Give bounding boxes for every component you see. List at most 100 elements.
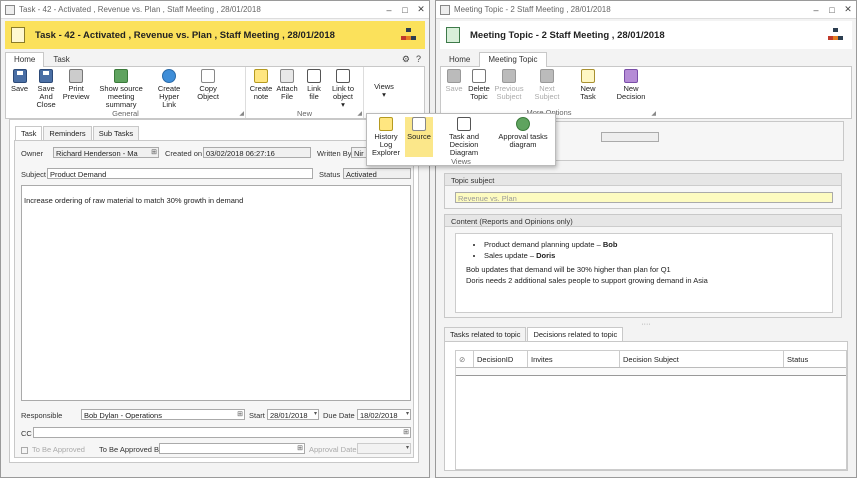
column-decision-id[interactable]: DecisionID: [474, 351, 528, 367]
task-window: Task - 42 - Activated , Revenue vs. Plan…: [0, 0, 430, 478]
task-window-title: Task - 42 - Activated , Revenue vs. Plan…: [19, 5, 261, 14]
meeting-topic-header-title: Meeting Topic - 2 Staff Meeting , 28/01/…: [470, 29, 665, 41]
start-date-field[interactable]: 28/01/2018 ▾: [267, 409, 319, 420]
ribbon-group-new: Create note Attach File Link file Link t…: [246, 67, 364, 118]
save-button[interactable]: Save: [8, 69, 31, 93]
next-icon: [540, 69, 554, 83]
responsible-field[interactable]: Bob Dylan - Operations ⊞: [81, 409, 245, 420]
address-book-icon[interactable]: ⊞: [151, 148, 157, 156]
history-log-explorer-button[interactable]: History Log Explorer: [367, 117, 405, 157]
decisions-grid: ⊘ DecisionID Invites Decision Subject St…: [444, 341, 848, 471]
address-book-icon[interactable]: ⊞: [297, 444, 303, 452]
globe-icon: [162, 69, 177, 83]
gear-icon[interactable]: ⚙: [402, 54, 410, 65]
topic-subject-group: Topic subject Revenue vs. Plan: [444, 173, 842, 209]
written-by-label: Written By: [317, 149, 352, 158]
tab-home[interactable]: Home: [440, 52, 479, 66]
tab-home[interactable]: Home: [5, 52, 45, 67]
history-icon: [379, 117, 393, 131]
form-tab-task[interactable]: Task: [15, 126, 43, 140]
group-label-general: General: [112, 109, 139, 118]
org-chart-icon[interactable]: [828, 28, 844, 42]
approval-tasks-diagram-button[interactable]: Approval tasks diagram: [495, 117, 551, 157]
topic-subject-field[interactable]: Revenue vs. Plan: [455, 192, 833, 203]
cc-label: CC: [21, 429, 32, 438]
maximize-button[interactable]: □: [397, 5, 413, 15]
form-tab-sub-tasks[interactable]: Sub Tasks: [92, 126, 140, 140]
splitter-handle[interactable]: ····: [636, 321, 656, 328]
owner-field[interactable]: Richard Henderson - Ma ⊞: [53, 147, 159, 158]
task-description[interactable]: Increase ordering of raw material to mat…: [21, 185, 411, 401]
content-line: Bob updates that demand will be 30% high…: [466, 265, 671, 274]
diagram-icon: [457, 117, 471, 131]
tab-tasks-related-to-topic[interactable]: Tasks related to topic: [444, 327, 527, 341]
paperclip-icon[interactable]: ⊘: [456, 351, 474, 367]
start-label: Start: [249, 411, 265, 420]
new-decision-button[interactable]: New Decision: [607, 69, 655, 101]
chevron-down-icon[interactable]: ▾: [406, 410, 409, 417]
content-label: Content (Reports and Opinions only): [445, 215, 841, 227]
show-source-meeting-summary-button[interactable]: Show source meeting summary: [91, 69, 151, 109]
org-chart-icon[interactable]: [401, 28, 417, 42]
close-button[interactable]: ✕: [413, 4, 429, 15]
group-launcher-icon[interactable]: ◢: [239, 110, 244, 117]
address-book-icon[interactable]: ⊞: [403, 428, 409, 436]
create-hyper-link-button[interactable]: Create Hyper Link: [151, 69, 187, 109]
form-tab-reminders[interactable]: Reminders: [43, 126, 92, 140]
cc-field[interactable]: ⊞: [33, 427, 411, 438]
task-header-title: Task - 42 - Activated , Revenue vs. Plan…: [35, 29, 335, 41]
tab-meeting-topic[interactable]: Meeting Topic: [479, 52, 547, 67]
responsible-label: Responsible: [21, 411, 63, 420]
task-header: Task - 42 - Activated , Revenue vs. Plan…: [5, 21, 425, 49]
next-subject-button: Next Subject: [525, 69, 569, 101]
tab-decisions-related-to-topic[interactable]: Decisions related to topic: [527, 327, 624, 341]
group-launcher-icon[interactable]: ◢: [357, 110, 362, 117]
maximize-button[interactable]: □: [824, 5, 840, 15]
meeting-topic-ribbon: Save Delete Topic Previous Subject Next …: [440, 67, 852, 119]
grid-header: ⊘ DecisionID Invites Decision Subject St…: [456, 351, 846, 368]
due-date-field[interactable]: 18/02/2018 ▾: [357, 409, 411, 420]
link-to-object-button[interactable]: Link to object ▾: [328, 69, 358, 109]
tab-task[interactable]: Task: [44, 52, 78, 66]
column-invites[interactable]: Invites: [528, 351, 620, 367]
print-icon: [69, 69, 84, 83]
attach-file-button[interactable]: Attach File: [274, 69, 300, 101]
created-on-field: 03/02/2018 06:27:16: [203, 147, 311, 158]
new-task-button[interactable]: New Task: [569, 69, 607, 101]
group-launcher-icon[interactable]: ◢: [651, 110, 656, 117]
ribbon-group-views: Views ▾: [364, 67, 404, 118]
task-and-decision-diagram-button[interactable]: Task and Decision Diagram: [433, 117, 495, 157]
address-book-icon[interactable]: ⊞: [237, 410, 243, 418]
minimize-button[interactable]: –: [381, 5, 397, 15]
to-be-approved-checkbox[interactable]: To Be Approved: [21, 445, 85, 454]
column-decision-subject[interactable]: Decision Subject: [620, 351, 784, 367]
save-and-close-button[interactable]: Save And Close: [31, 69, 61, 109]
print-preview-button[interactable]: Print Preview: [61, 69, 91, 101]
previous-icon: [502, 69, 516, 83]
views-dropdown-button[interactable]: Views ▾: [371, 83, 397, 99]
content-body[interactable]: Product demand planning update – Bob Sal…: [455, 233, 833, 313]
source-button[interactable]: Source: [405, 117, 433, 157]
task-window-titlebar: Task - 42 - Activated , Revenue vs. Plan…: [1, 1, 429, 19]
ribbon-group-more-options: Save Delete Topic Previous Subject Next …: [441, 67, 657, 118]
help-icon[interactable]: ?: [416, 54, 421, 65]
status-field[interactable]: Activated: [343, 168, 411, 179]
delete-topic-button[interactable]: Delete Topic: [465, 69, 493, 101]
delete-icon: [472, 69, 486, 83]
to-be-approved-by-field[interactable]: ⊞: [159, 443, 305, 454]
chevron-down-icon[interactable]: ▾: [314, 410, 317, 417]
meeting-topic-titlebar: Meeting Topic - 2 Staff Meeting , 28/01/…: [436, 1, 856, 19]
save-icon: [447, 69, 461, 83]
status-label: Status: [319, 170, 341, 179]
owner-label: Owner: [21, 149, 44, 158]
grid-new-row[interactable]: [456, 368, 846, 376]
create-note-button[interactable]: Create note: [248, 69, 274, 101]
close-button[interactable]: ✕: [840, 4, 856, 15]
subject-field[interactable]: Product Demand: [47, 168, 313, 179]
copy-icon: [201, 69, 216, 83]
copy-object-button[interactable]: Copy Object: [187, 69, 229, 101]
content-line: Doris needs 2 additional sales people to…: [466, 275, 708, 285]
link-file-button[interactable]: Link file: [300, 69, 328, 101]
minimize-button[interactable]: –: [808, 5, 824, 15]
column-status[interactable]: Status: [784, 351, 834, 367]
